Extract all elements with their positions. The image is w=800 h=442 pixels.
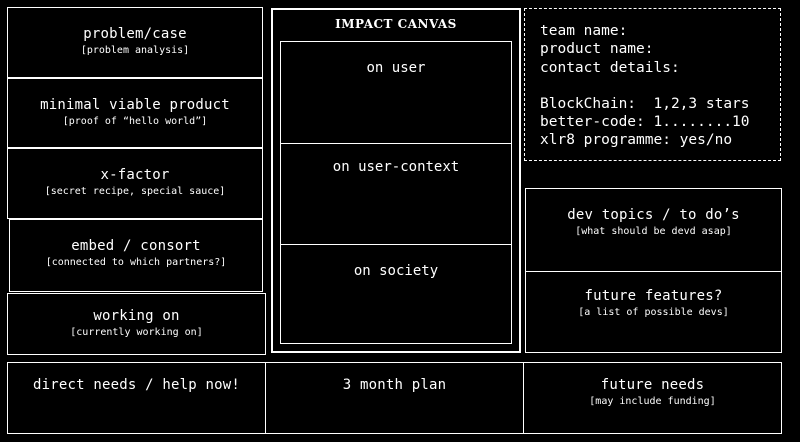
x-factor-subtitle: [secret recipe, special sauce]	[44, 186, 226, 197]
team-name-line: team name:	[540, 23, 628, 39]
impact-on-user-context-label: on user-context	[332, 159, 460, 175]
working-on-box: working on [currently working on]	[7, 293, 266, 355]
direct-needs-title: direct needs / help now!	[32, 377, 241, 393]
future-needs-title: future needs	[600, 377, 705, 393]
x-factor-title: x-factor	[100, 167, 170, 183]
impact-on-user: on user	[280, 41, 512, 144]
working-on-title: working on	[93, 308, 180, 324]
impact-on-user-context: on user-context	[280, 143, 512, 245]
problem-case-title: problem/case	[83, 26, 187, 42]
impact-on-society: on society	[280, 244, 512, 344]
mvp-box: minimal viable product [proof of “hello …	[7, 78, 263, 148]
mvp-title: minimal viable product	[40, 97, 230, 113]
embed-consort-box: embed / consort [connected to which part…	[9, 219, 263, 292]
future-features-title: future features?	[584, 288, 723, 304]
future-features-box: future features? [a list of possible dev…	[525, 271, 782, 353]
future-features-subtitle: [a list of possible devs]	[578, 307, 729, 318]
problem-case-box: problem/case [problem analysis]	[7, 7, 263, 78]
direct-needs-box: direct needs / help now!	[7, 362, 266, 434]
future-needs-box: future needs [may include funding]	[523, 362, 782, 434]
contact-details-line: contact details:	[540, 59, 680, 76]
three-month-plan-box: 3 month plan	[265, 362, 524, 434]
impact-on-society-label: on society	[353, 263, 439, 279]
x-factor-box: x-factor [secret recipe, special sauce]	[7, 148, 263, 219]
impact-canvas-heading: IMPACT CANVAS	[335, 17, 457, 31]
embed-consort-title: embed / consort	[71, 238, 201, 254]
better-code-line: better-code: 1........10	[540, 114, 750, 131]
product-name-line: product name:	[540, 41, 654, 58]
future-needs-subtitle: [may include funding]	[589, 396, 716, 407]
embed-consort-subtitle: [connected to which partners?]	[45, 257, 227, 268]
dev-topics-subtitle: [what should be devd asap]	[575, 226, 732, 237]
dev-topics-box: dev topics / to do’s [what should be dev…	[525, 188, 782, 272]
blockchain-line: BlockChain: 1,2,3 stars	[540, 95, 750, 112]
impact-on-user-label: on user	[366, 60, 426, 76]
three-month-plan-title: 3 month plan	[342, 377, 447, 393]
dev-topics-title: dev topics / to do’s	[567, 207, 740, 223]
team-info-panel: team name: product name: contact details…	[524, 8, 781, 161]
working-on-subtitle: [currently working on]	[70, 327, 203, 338]
xlr8-programme-line: xlr8 programme: yes/no	[540, 132, 733, 149]
problem-case-subtitle: [problem analysis]	[80, 45, 190, 56]
mvp-subtitle: [proof of “hello world”]	[62, 116, 208, 127]
